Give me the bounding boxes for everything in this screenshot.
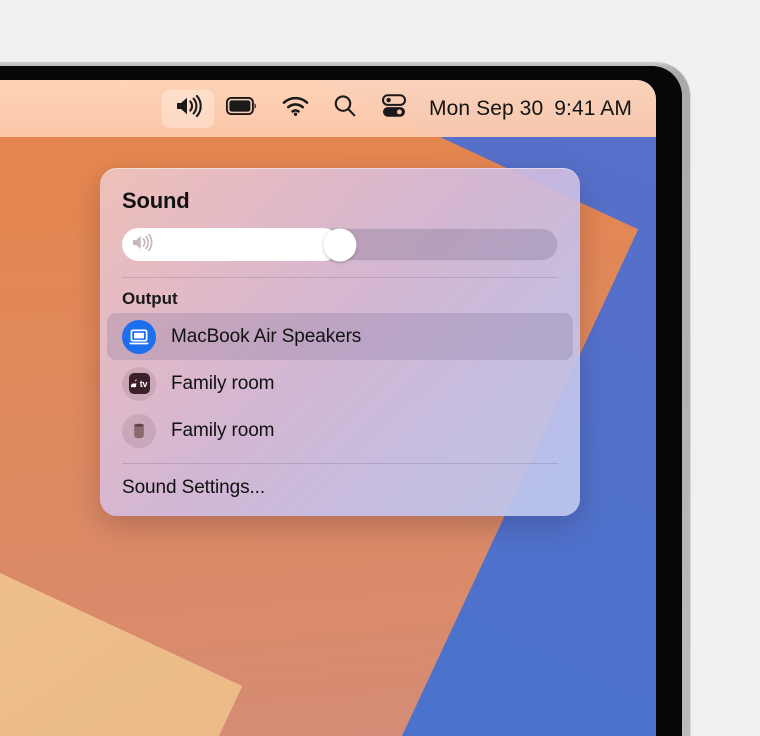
speaker-waves-icon [174, 94, 202, 122]
output-row-homepod-family-room[interactable]: Family room [107, 407, 573, 454]
homepod-icon [122, 413, 156, 448]
sound-settings-row[interactable]: Sound Settings... [100, 464, 580, 516]
screenshot-stage: Mon Sep 30 9:41 AM Sound Output MacBook … [0, 0, 760, 736]
volume-slider[interactable] [122, 228, 558, 261]
volume-slider-container [100, 214, 580, 261]
volume-slider-knob[interactable] [323, 228, 357, 261]
laptop-screen: Mon Sep 30 9:41 AM Sound Output MacBook … [0, 80, 656, 736]
output-device-list: MacBook Air Speakers tv Family room Fami… [100, 311, 580, 454]
wifi-menubar-icon[interactable] [270, 90, 321, 128]
panel-title: Sound [122, 188, 190, 213]
control-center-menubar-icon[interactable] [369, 90, 419, 128]
wifi-icon [282, 96, 309, 121]
battery-icon [225, 96, 258, 120]
output-row-label: MacBook Air Speakers [171, 325, 362, 347]
menu-bar-time: 9:41 AM [554, 96, 632, 120]
output-row-label: Family room [171, 419, 275, 441]
output-section-label: Output [122, 289, 178, 308]
menu-bar-clock[interactable]: Mon Sep 30 9:41 AM [419, 97, 632, 121]
output-row-macbook-air-speakers[interactable]: MacBook Air Speakers [107, 313, 573, 360]
menu-bar-status-items: Mon Sep 30 9:41 AM [162, 89, 632, 128]
search-icon [333, 94, 357, 123]
apple-tv-badge-text: tv [139, 378, 148, 389]
macbook-icon [122, 319, 156, 354]
sound-settings-label: Sound Settings... [122, 477, 266, 498]
output-row-apple-tv-family-room[interactable]: tv Family room [107, 360, 573, 407]
menu-bar-date: Mon Sep 30 [429, 96, 544, 120]
battery-menubar-icon[interactable] [214, 90, 270, 128]
sound-control-panel: Sound Output MacBook Air Speakers tv Fam… [100, 168, 580, 516]
apple-tv-badge: tv [128, 373, 150, 394]
speaker-waves-icon [131, 233, 157, 256]
apple-tv-icon: tv [122, 366, 156, 401]
menu-bar: Mon Sep 30 9:41 AM [0, 80, 656, 137]
control-center-icon [381, 94, 407, 123]
volume-menubar-icon[interactable] [162, 89, 214, 128]
spotlight-menubar-icon[interactable] [321, 90, 369, 128]
output-row-label: Family room [171, 372, 275, 394]
